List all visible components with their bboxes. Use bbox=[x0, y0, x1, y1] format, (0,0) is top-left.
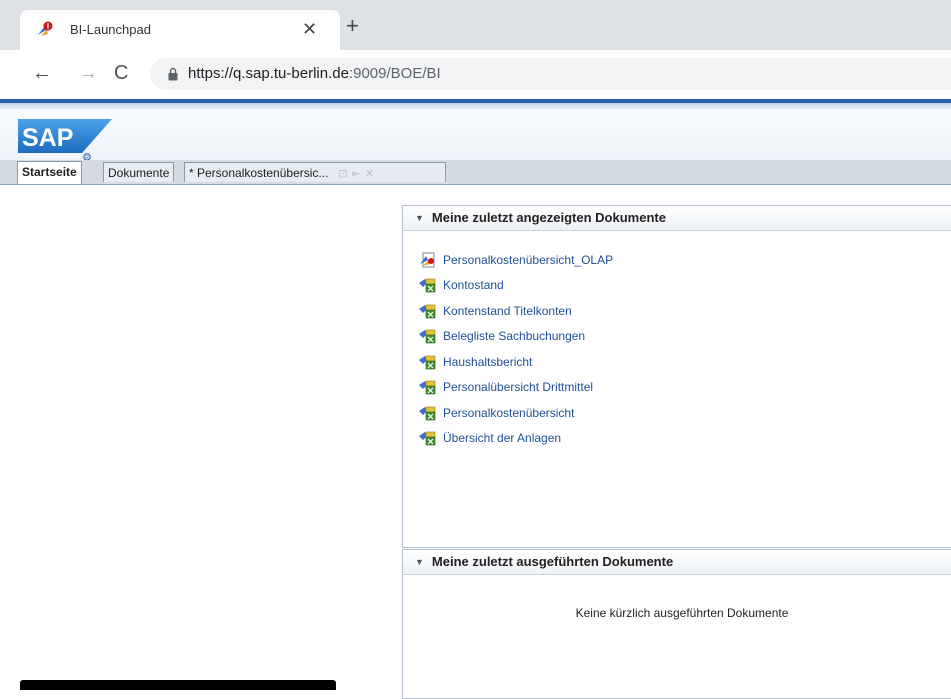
back-arrow-icon[interactable]: ← bbox=[32, 61, 52, 85]
tab-dokumente[interactable]: Dokumente bbox=[103, 162, 175, 182]
recent-run-panel: ▼ Meine zuletzt ausgeführten Dokumente Ke… bbox=[402, 549, 951, 699]
list-item[interactable]: Personalkostenübersicht bbox=[419, 400, 951, 426]
tab-label: * Personalkostenübersic... bbox=[189, 166, 329, 180]
document-link[interactable]: Personalkostenübersicht_OLAP bbox=[443, 253, 613, 267]
url-text: https://q.sap.tu-berlin.de:9009/BOE/BI bbox=[188, 65, 441, 82]
document-link[interactable]: Belegliste Sachbuchungen bbox=[443, 329, 585, 343]
panel-title: Meine zuletzt ausgeführten Dokumente bbox=[431, 554, 674, 569]
recent-viewed-panel: ▼ Meine zuletzt angezeigten Dokumente Per… bbox=[402, 205, 951, 548]
sap-favicon-icon bbox=[38, 21, 53, 36]
close-icon[interactable]: ✕ bbox=[302, 19, 317, 39]
tab-label: Startseite bbox=[22, 165, 77, 179]
taskbar-overlay bbox=[20, 680, 336, 690]
collapse-triangle-icon[interactable]: ▼ bbox=[415, 213, 424, 223]
sap-logo-text: SAP bbox=[22, 124, 73, 152]
browser-tabstrip: BI-Launchpad ✕ + bbox=[0, 0, 951, 50]
forward-arrow-icon[interactable]: → bbox=[78, 61, 98, 85]
tab-action-icons[interactable]: ⊡⇤✕ bbox=[338, 168, 378, 180]
webi-document-icon bbox=[419, 431, 436, 446]
webi-document-icon bbox=[419, 406, 436, 421]
document-link[interactable]: Übersicht der Anlagen bbox=[443, 431, 561, 445]
browser-tab[interactable]: BI-Launchpad ✕ bbox=[20, 10, 340, 50]
empty-message: Keine kürzlich ausgeführten Dokumente bbox=[575, 606, 789, 620]
sap-tabbar: Startseite Dokumente * Personalkostenübe… bbox=[0, 160, 951, 185]
browser-tab-title: BI-Launchpad bbox=[70, 22, 151, 37]
collapse-triangle-icon[interactable]: ▼ bbox=[415, 557, 424, 567]
list-item[interactable]: Kontenstand Titelkonten bbox=[419, 298, 951, 324]
document-link[interactable]: Personalkostenübersicht bbox=[443, 406, 574, 420]
panel-title: Meine zuletzt angezeigten Dokumente bbox=[431, 210, 666, 225]
document-link[interactable]: Kontenstand Titelkonten bbox=[443, 304, 572, 318]
list-item[interactable]: Übersicht der Anlagen bbox=[419, 426, 951, 452]
document-link[interactable]: Haushaltsbericht bbox=[443, 355, 532, 369]
lock-icon bbox=[168, 67, 178, 81]
list-item[interactable]: Personalübersicht Drittmittel bbox=[419, 375, 951, 401]
list-item[interactable]: Kontostand bbox=[419, 273, 951, 299]
panel-header[interactable]: ▼ Meine zuletzt ausgeführten Dokumente bbox=[403, 550, 951, 575]
list-item[interactable]: Belegliste Sachbuchungen bbox=[419, 324, 951, 350]
document-link[interactable]: Kontostand bbox=[443, 278, 504, 292]
sap-logo: SAP R bbox=[18, 119, 112, 161]
reload-icon[interactable]: C bbox=[114, 61, 128, 85]
list-item[interactable]: Haushaltsbericht bbox=[419, 349, 951, 375]
webi-document-icon bbox=[419, 355, 436, 370]
document-list: Personalkostenübersicht_OLAP Kontostand … bbox=[403, 231, 951, 451]
browser-toolbar: ← → C https://q.sap.tu-berlin.de:9009/BO… bbox=[0, 50, 951, 98]
webi-document-icon bbox=[419, 304, 436, 319]
sap-header: SAP R bbox=[0, 109, 951, 161]
webi-document-icon bbox=[419, 380, 436, 395]
webi-document-icon bbox=[419, 329, 436, 344]
list-item[interactable]: Personalkostenübersicht_OLAP bbox=[419, 247, 951, 273]
tab-label: Dokumente bbox=[108, 166, 170, 180]
panel-header[interactable]: ▼ Meine zuletzt angezeigten Dokumente bbox=[403, 206, 951, 231]
tab-startseite[interactable]: Startseite bbox=[17, 161, 82, 184]
olap-document-icon bbox=[420, 252, 435, 268]
webi-document-icon bbox=[419, 278, 436, 293]
url-host: https://q.sap.tu-berlin.de bbox=[188, 65, 349, 82]
plus-icon[interactable]: + bbox=[346, 15, 359, 37]
document-link[interactable]: Personalübersicht Drittmittel bbox=[443, 380, 593, 394]
url-path: :9009/BOE/BI bbox=[348, 65, 441, 82]
address-bar[interactable]: https://q.sap.tu-berlin.de:9009/BOE/BI bbox=[150, 58, 951, 90]
tab-personalkosten[interactable]: * Personalkostenübersic... ⊡⇤✕ bbox=[184, 162, 446, 182]
